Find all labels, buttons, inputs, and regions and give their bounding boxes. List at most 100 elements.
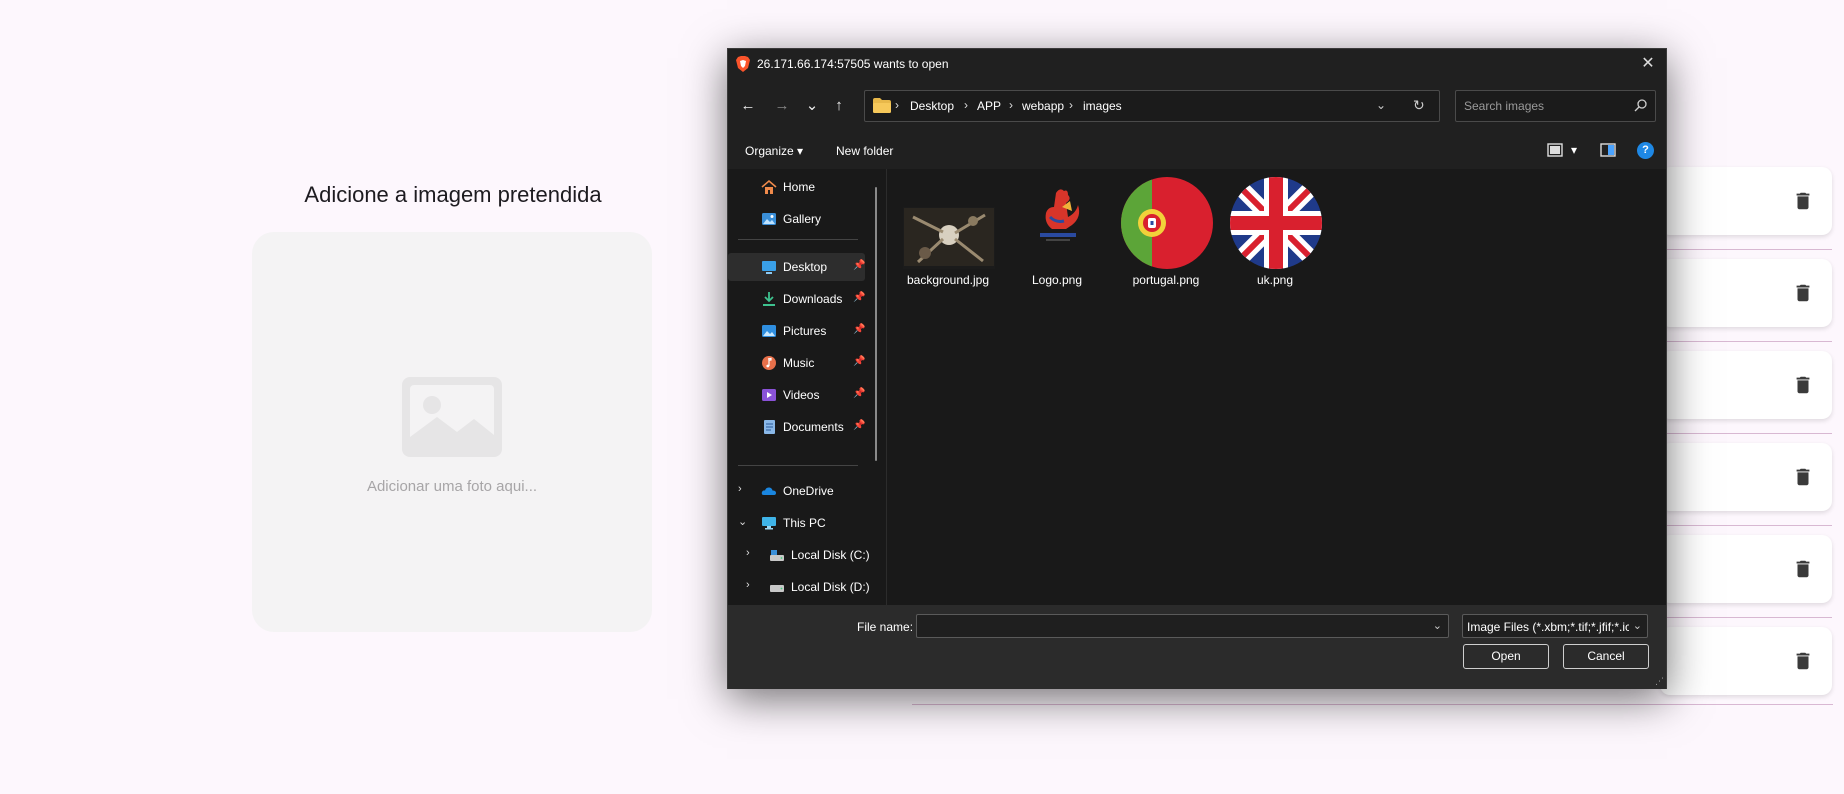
breadcrumb-webapp[interactable]: webapp [1022,99,1064,113]
trash-icon[interactable] [1792,282,1814,304]
nav-label-local-disk-c: Local Disk (C:) [791,548,870,562]
nav-item-music[interactable]: Music 📌 [728,349,865,377]
nav-label-videos: Videos [783,388,820,402]
expand-chevron-icon[interactable]: › [738,483,742,495]
list-divider [1660,617,1832,618]
file-name-input[interactable]: ⌄ [916,614,1449,638]
breadcrumb-desktop[interactable]: Desktop [910,99,954,113]
home-icon [761,179,777,194]
up-button[interactable]: ↑ [827,94,851,118]
nav-item-onedrive[interactable]: › OneDrive [728,477,865,505]
new-folder-button[interactable]: New folder [836,144,893,158]
nav-label-gallery: Gallery [783,212,822,226]
recent-locations-button[interactable]: ⌄ [800,94,824,118]
logo-thumbnail [1040,189,1080,241]
nav-item-local-disk-d[interactable]: › Local Disk (D:) [736,573,873,601]
pin-icon[interactable]: 📌 [853,292,865,303]
address-dropdown-icon[interactable]: ⌄ [1376,98,1386,112]
list-divider [1660,525,1832,526]
upload-placeholder-text: Adicionar uma foto aqui... [366,478,538,495]
list-card [1660,535,1832,603]
nav-item-desktop[interactable]: Desktop 📌 [728,253,865,281]
drive-d-icon [770,585,784,592]
list-card [1660,259,1832,327]
trash-icon[interactable] [1792,650,1814,672]
file-item[interactable]: uk.png [1219,177,1325,287]
list-divider [1660,341,1832,342]
back-button[interactable]: ← [736,94,760,118]
trash-icon[interactable] [1792,190,1814,212]
cancel-button[interactable]: Cancel [1563,644,1649,669]
nav-item-gallery[interactable]: Gallery [728,205,865,233]
page-heading: Adicione a imagem pretendida [304,182,602,207]
expand-chevron-icon[interactable]: › [746,579,750,591]
help-icon[interactable]: ? [1637,142,1654,159]
brave-icon [736,56,750,72]
trash-icon[interactable] [1792,466,1814,488]
forward-button[interactable]: → [770,94,794,118]
portugal-flag-thumbnail [1121,177,1213,269]
resize-grip-icon[interactable]: ⋰ [1655,676,1664,687]
view-mode-icon[interactable] [1546,142,1564,158]
background-thumbnail [903,207,995,269]
file-item[interactable]: portugal.png [1110,177,1216,287]
videos-icon [762,389,776,401]
nav-label-onedrive: OneDrive [783,484,834,498]
pin-icon[interactable]: 📌 [853,260,865,271]
nav-item-this-pc[interactable]: ⌄ This PC [728,509,865,537]
nav-item-local-disk-c[interactable]: › Local Disk (C:) [736,541,873,569]
view-dropdown-icon[interactable]: ▾ [1571,143,1577,157]
collapse-chevron-icon[interactable]: ⌄ [738,515,747,528]
search-input[interactable] [1456,91,1626,121]
pin-icon[interactable]: 📌 [853,420,865,431]
search-box[interactable] [1455,90,1656,122]
preview-pane-icon[interactable] [1599,142,1617,158]
command-bar: Organize ▾ New folder ▾ ? [728,133,1666,169]
nav-item-videos[interactable]: Videos 📌 [728,381,865,409]
chevron-down-icon[interactable]: ⌄ [1633,619,1642,632]
image-upload-area[interactable]: Adicionar uma foto aqui... [252,232,652,632]
nav-label-this-pc: This PC [783,516,826,530]
nav-item-downloads[interactable]: Downloads 📌 [728,285,865,313]
expand-chevron-icon[interactable]: › [746,547,750,559]
gallery-icon [762,213,776,225]
navigation-row: ← → ⌄ ↑ › Desktop › APP › webapp › image… [728,79,1666,133]
file-type-filter[interactable]: Image Files (*.xbm;*.tif;*.jfif;*.ic ⌄ [1462,614,1648,638]
pane-splitter[interactable] [886,169,887,605]
organize-menu[interactable]: Organize ▾ [745,144,803,158]
list-card [1660,351,1832,419]
nav-pane-scrollbar[interactable] [875,187,877,461]
breadcrumb-images[interactable]: images [1083,99,1122,113]
nav-divider [738,465,858,466]
file-item[interactable]: background.jpg [892,177,998,287]
list-divider [1660,433,1832,434]
pin-icon[interactable]: 📌 [853,324,865,335]
chevron-down-icon[interactable]: ⌄ [1433,619,1442,632]
uk-flag-thumbnail [1230,177,1322,269]
this-pc-icon [762,517,776,530]
breadcrumb-separator: › [1069,98,1073,112]
documents-icon [764,420,775,434]
file-list: background.jpg Logo.png portugal.png uk.… [888,169,1666,605]
file-type-value: Image Files (*.xbm;*.tif;*.jfif;*.ic [1467,620,1629,634]
refresh-icon[interactable]: ↻ [1413,97,1425,114]
pin-icon[interactable]: 📌 [853,388,865,399]
close-button[interactable]: ✕ [1636,52,1660,76]
nav-label-local-disk-d: Local Disk (D:) [791,580,870,594]
file-name: Logo.png [1031,273,1083,287]
trash-icon[interactable] [1792,374,1814,396]
nav-item-pictures[interactable]: Pictures 📌 [728,317,865,345]
trash-icon[interactable] [1792,558,1814,580]
breadcrumb-app[interactable]: APP [977,99,1001,113]
dialog-titlebar[interactable]: 26.171.66.174:57505 wants to open ✕ [728,49,1666,79]
nav-label-pictures: Pictures [783,324,827,338]
file-item[interactable]: Logo.png [1001,177,1107,287]
open-button[interactable]: Open [1463,644,1549,669]
nav-item-home[interactable]: Home [728,173,865,201]
file-name: portugal.png [1132,273,1200,287]
file-name: uk.png [1256,273,1294,287]
address-bar[interactable]: › Desktop › APP › webapp › images ⌄ ↻ [864,90,1440,122]
pin-icon[interactable]: 📌 [853,356,865,367]
nav-item-documents[interactable]: Documents 📌 [728,413,865,441]
list-bottom-divider [912,704,1833,705]
